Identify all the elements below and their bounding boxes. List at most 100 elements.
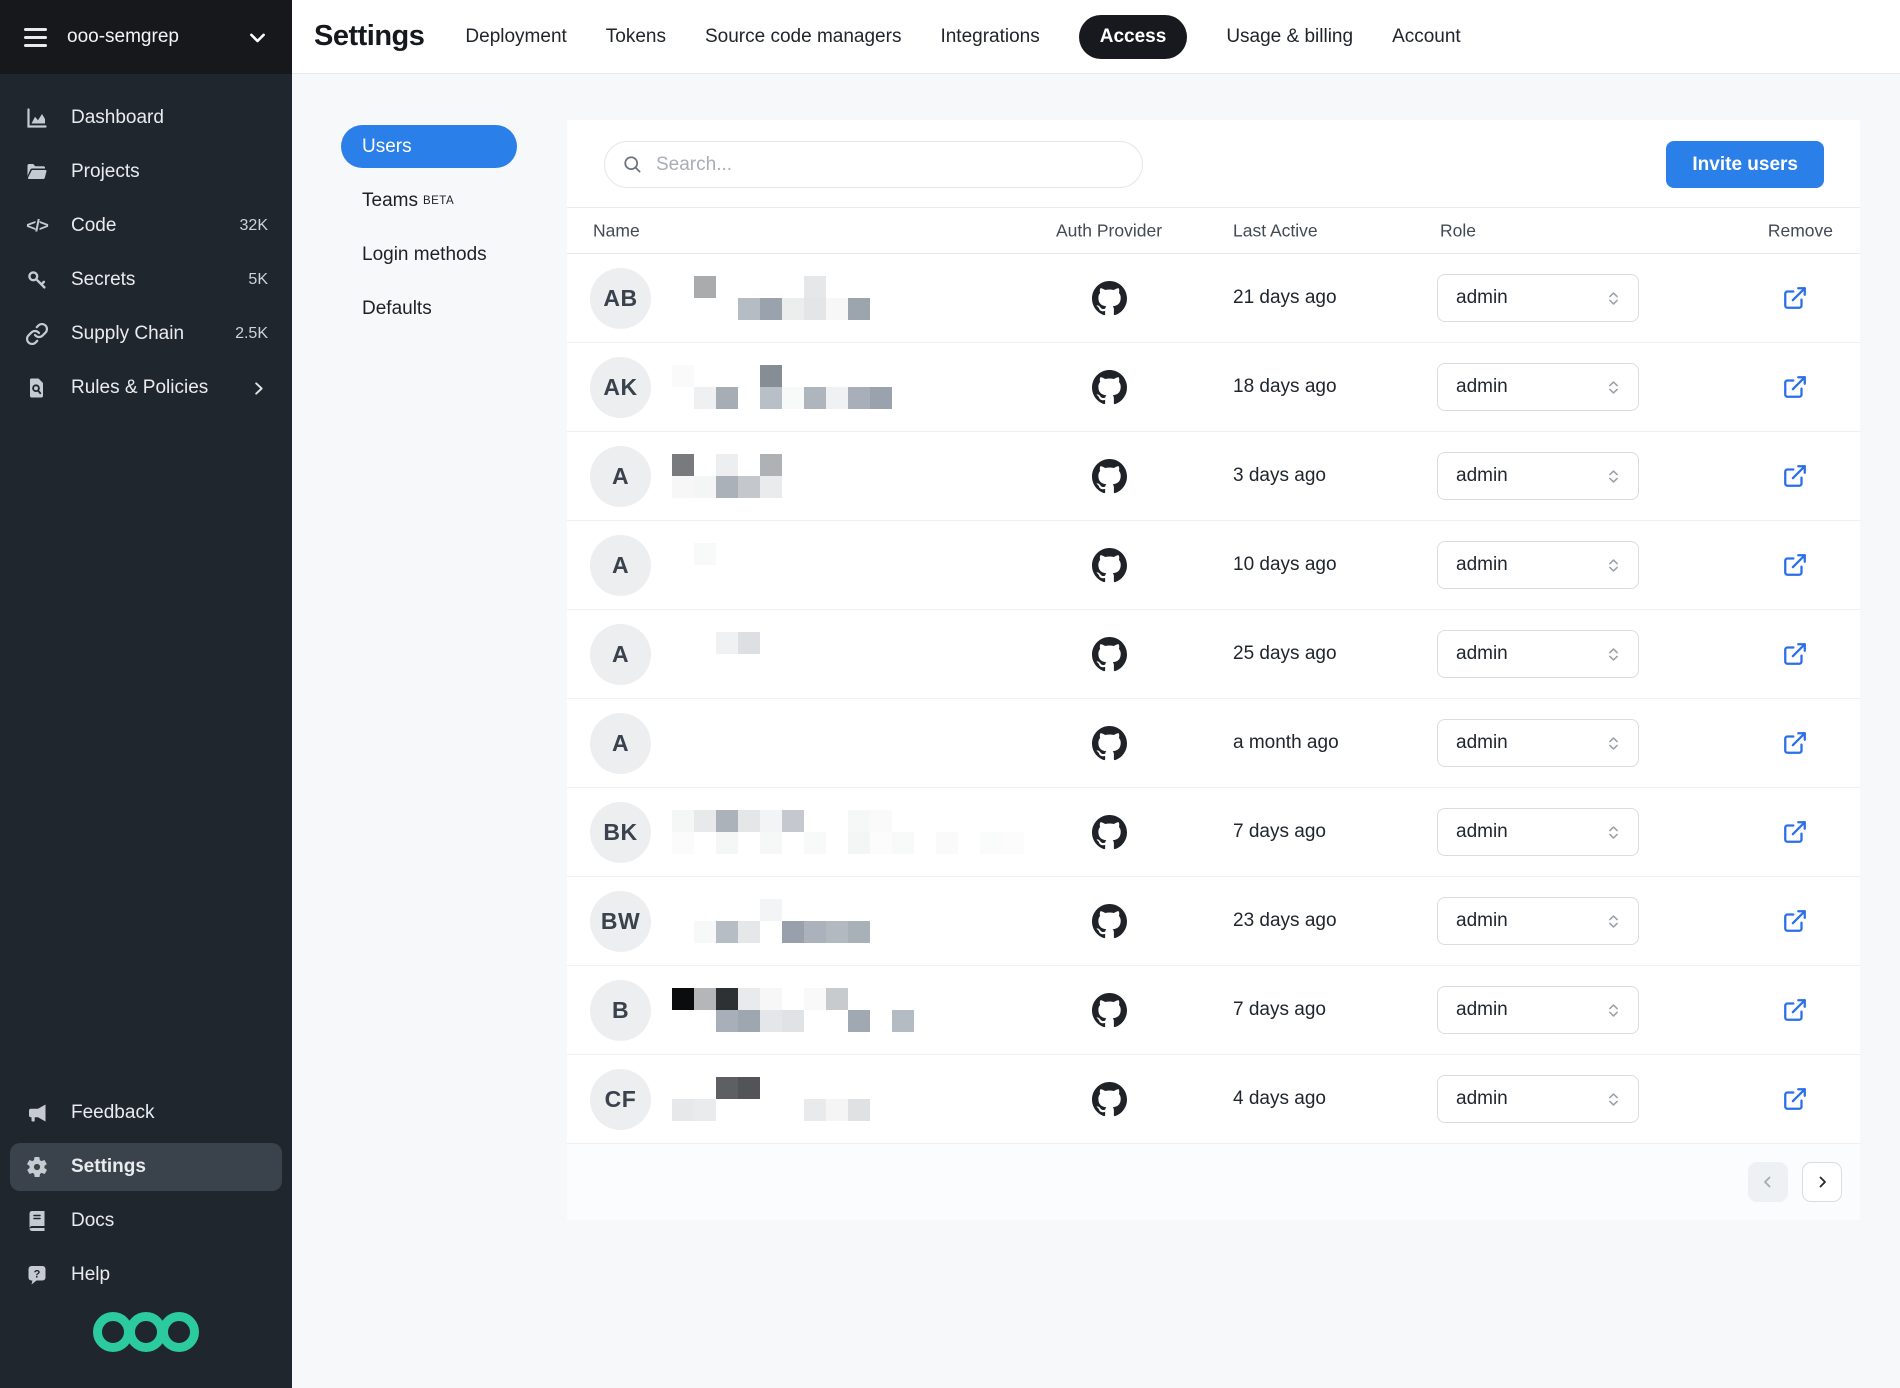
- role-select[interactable]: admin: [1437, 808, 1639, 856]
- sidebar-item-label: Code: [71, 215, 116, 237]
- search-input[interactable]: [654, 153, 1125, 177]
- sidebar-item-label: Feedback: [71, 1102, 154, 1124]
- external-link-icon[interactable]: [1782, 1086, 1808, 1112]
- select-chevrons-icon: [1605, 913, 1622, 930]
- avatar: CF: [590, 1069, 651, 1130]
- github-icon: [1092, 548, 1127, 583]
- role-select[interactable]: admin: [1437, 1075, 1639, 1123]
- external-link-icon[interactable]: [1782, 552, 1808, 578]
- sidebar-item-label: Projects: [71, 161, 140, 183]
- external-link-icon[interactable]: [1782, 997, 1808, 1023]
- users-panel: Invite users NameAuth ProviderLast Activ…: [567, 120, 1860, 1220]
- select-chevrons-icon: [1605, 646, 1622, 663]
- avatar: AK: [590, 357, 651, 418]
- sidebar-item-label: Docs: [71, 1210, 114, 1232]
- hamburger-menu-icon[interactable]: [24, 28, 47, 47]
- sidebar-item-feedback[interactable]: Feedback: [0, 1086, 292, 1140]
- redacted-user-name: [672, 899, 1032, 943]
- org-selector[interactable]: ooo-semgrep: [0, 0, 292, 74]
- subnav-item-login-methods[interactable]: Login methods: [341, 233, 517, 276]
- role-select[interactable]: admin: [1437, 897, 1639, 945]
- table-footer: [567, 1144, 1860, 1220]
- user-row: CF4 days agoadmin: [567, 1055, 1860, 1144]
- secrets-icon: [24, 268, 50, 292]
- subnav-item-teams[interactable]: TeamsBETA: [341, 179, 517, 222]
- sidebar-item-code[interactable]: </>Code32K: [0, 199, 292, 253]
- role-select[interactable]: admin: [1437, 986, 1639, 1034]
- select-chevrons-icon: [1605, 290, 1622, 307]
- external-link-icon[interactable]: [1782, 463, 1808, 489]
- tab-source-code-managers[interactable]: Source code managers: [705, 26, 901, 48]
- supply-chain-icon: [24, 322, 50, 346]
- role-select[interactable]: admin: [1437, 363, 1639, 411]
- role-select[interactable]: admin: [1437, 630, 1639, 678]
- last-active-value: 23 days ago: [1233, 877, 1337, 965]
- rules-policies-icon: [24, 376, 50, 400]
- column-header-role: Role: [1440, 220, 1476, 241]
- last-active-value: 7 days ago: [1233, 966, 1326, 1054]
- github-icon: [1092, 1082, 1127, 1117]
- last-active-value: 18 days ago: [1233, 343, 1337, 431]
- external-link-icon[interactable]: [1782, 374, 1808, 400]
- tab-account[interactable]: Account: [1392, 26, 1461, 48]
- role-value: admin: [1456, 1088, 1508, 1110]
- select-chevrons-icon: [1605, 735, 1622, 752]
- pagination-prev-button[interactable]: [1748, 1162, 1788, 1202]
- docs-icon: [24, 1209, 50, 1233]
- sidebar-item-docs[interactable]: Docs: [0, 1194, 292, 1248]
- avatar: BW: [590, 891, 651, 952]
- invite-users-button[interactable]: Invite users: [1666, 141, 1824, 188]
- tab-deployment[interactable]: Deployment: [465, 26, 566, 48]
- role-value: admin: [1456, 465, 1508, 487]
- user-row: A10 days agoadmin: [567, 521, 1860, 610]
- github-icon: [1092, 993, 1127, 1028]
- user-row: AB21 days agoadmin: [567, 254, 1860, 343]
- select-chevrons-icon: [1605, 468, 1622, 485]
- search-box[interactable]: [604, 141, 1143, 188]
- sidebar-item-label: Help: [71, 1264, 110, 1286]
- sidebar-item-dashboard[interactable]: Dashboard: [0, 91, 292, 145]
- subnav-item-defaults[interactable]: Defaults: [341, 287, 517, 330]
- external-link-icon[interactable]: [1782, 730, 1808, 756]
- tab-tokens[interactable]: Tokens: [606, 26, 666, 48]
- avatar: A: [590, 446, 651, 507]
- user-row: AK 18 days ago admin: [567, 343, 1860, 432]
- pagination-next-button[interactable]: [1802, 1162, 1842, 1202]
- external-link-icon[interactable]: [1782, 819, 1808, 845]
- role-value: admin: [1456, 554, 1508, 576]
- sidebar-item-help[interactable]: ?Help: [0, 1248, 292, 1302]
- external-link-icon[interactable]: [1782, 285, 1808, 311]
- external-link-icon[interactable]: [1782, 908, 1808, 934]
- role-value: admin: [1456, 376, 1508, 398]
- users-table-body: AB21 days agoadmin AK 18 days ago admin A 3 d…: [567, 254, 1860, 1144]
- github-icon: [1092, 281, 1127, 316]
- chevron-down-icon: [247, 27, 268, 48]
- role-select[interactable]: admin: [1437, 452, 1639, 500]
- role-select[interactable]: admin: [1437, 541, 1639, 589]
- sidebar-item-supply-chain[interactable]: Supply Chain2.5K: [0, 307, 292, 361]
- subnav-item-users[interactable]: Users: [341, 125, 517, 168]
- github-icon: [1092, 904, 1127, 939]
- last-active-value: 3 days ago: [1233, 432, 1326, 520]
- sidebar-item-rules-policies[interactable]: Rules & Policies: [0, 361, 292, 415]
- sidebar-item-settings[interactable]: Settings: [10, 1143, 282, 1191]
- external-link-icon[interactable]: [1782, 641, 1808, 667]
- sidebar-item-label: Dashboard: [71, 107, 164, 129]
- redacted-user-name: [672, 454, 1032, 498]
- github-icon: [1092, 815, 1127, 850]
- role-select[interactable]: admin: [1437, 719, 1639, 767]
- redacted-user-name: [672, 632, 1032, 676]
- user-row: Aa month agoadmin: [567, 699, 1860, 788]
- select-chevrons-icon: [1605, 1091, 1622, 1108]
- redacted-user-name: [672, 365, 1032, 409]
- last-active-value: 10 days ago: [1233, 521, 1337, 609]
- top-header: Settings DeploymentTokensSource code man…: [292, 0, 1900, 74]
- sidebar-item-projects[interactable]: Projects: [0, 145, 292, 199]
- tab-usage-billing[interactable]: Usage & billing: [1226, 26, 1353, 48]
- tab-integrations[interactable]: Integrations: [940, 26, 1039, 48]
- column-header-remove: Remove: [1768, 220, 1833, 241]
- sidebar-item-label: Supply Chain: [71, 323, 184, 345]
- role-select[interactable]: admin: [1437, 274, 1639, 322]
- tab-access[interactable]: Access: [1079, 15, 1188, 59]
- sidebar-item-secrets[interactable]: Secrets5K: [0, 253, 292, 307]
